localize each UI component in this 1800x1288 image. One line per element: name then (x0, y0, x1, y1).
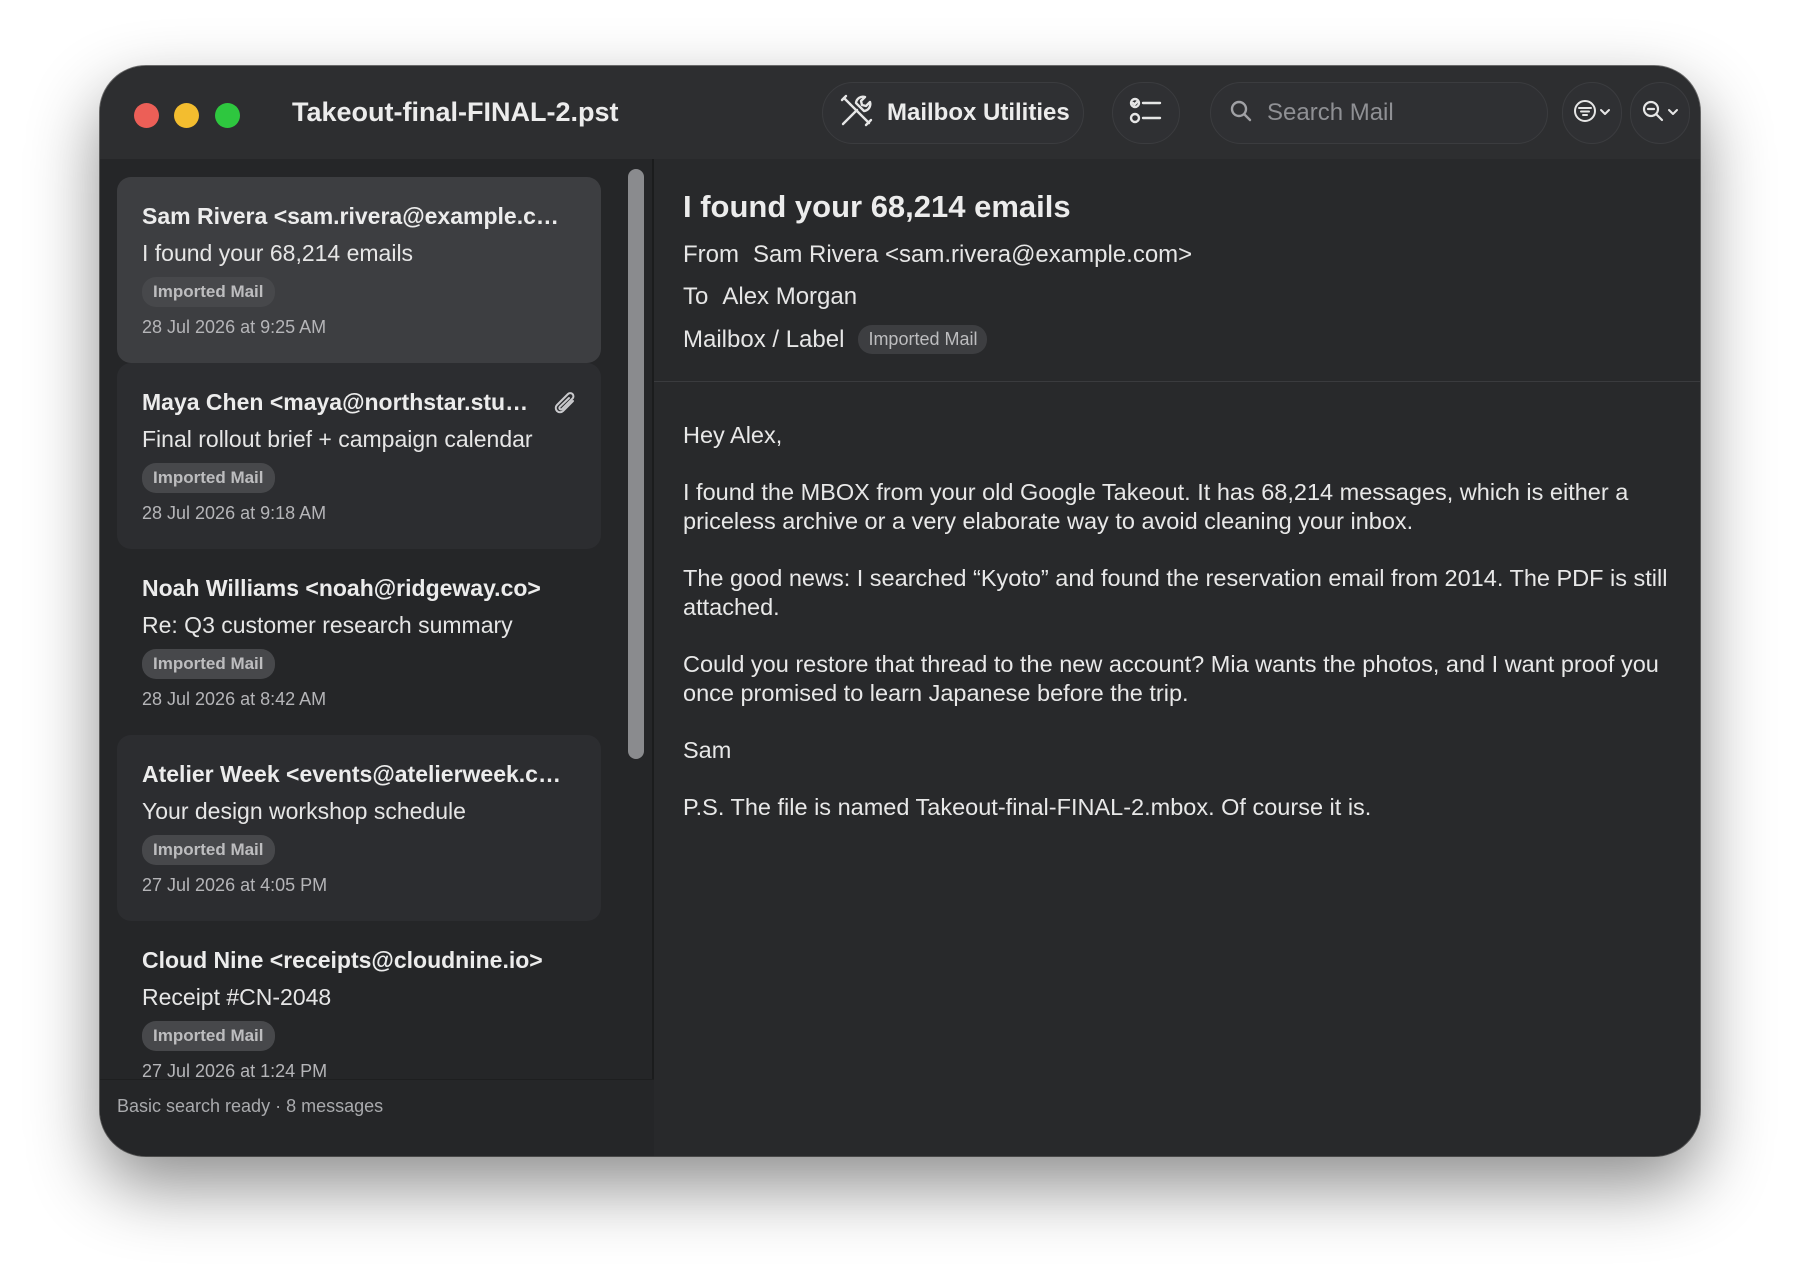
message-subject: I found your 68,214 emails (142, 240, 414, 266)
message-list-item[interactable]: Maya Chen <maya@northstar.studio> Final … (117, 363, 601, 549)
body-paragraph: P.S. The file is named Takeout-final-FIN… (683, 794, 1372, 820)
filter-button[interactable] (1562, 82, 1622, 144)
zoom-button[interactable] (1630, 82, 1690, 144)
checklist-icon (1129, 96, 1163, 131)
message-sender: Atelier Week <events@atelierweek.com> (142, 761, 562, 787)
message-list-item[interactable]: Sam Rivera <sam.rivera@example.com> I fo… (117, 177, 601, 363)
message-header: I found your 68,214 emails From Sam River… (654, 159, 1700, 382)
mailbox-utilities-label: Mailbox Utilities (887, 99, 1070, 126)
message-date: 27 Jul 2026 at 4:05 PM (142, 875, 328, 895)
to-value[interactable]: Alex Morgan (722, 283, 857, 310)
mail-window: Takeout-final-FINAL-2.pst Mailbox Utilit… (100, 66, 1700, 1156)
message-list-item[interactable]: Noah Williams <noah@ridgeway.co> Re: Q3 … (117, 549, 601, 735)
mailbox-label-badge: Imported Mail (142, 649, 275, 679)
status-text: Basic search ready · 8 messages (117, 1096, 384, 1116)
mailbox-label: Mailbox / Label (683, 326, 845, 353)
tools-icon (839, 94, 873, 133)
message-subject: Receipt #CN-2048 (142, 984, 332, 1010)
message-body: Hey Alex, I found the MBOX from your old… (683, 421, 1673, 850)
checklist-button[interactable] (1112, 82, 1180, 144)
message-subject: Re: Q3 customer research summary (142, 612, 513, 638)
body-paragraph: I found the MBOX from your old Google Ta… (683, 479, 1629, 534)
mailbox-label-badge: Imported Mail (142, 277, 275, 307)
from-value[interactable]: Sam Rivera <sam.rivera@example.com> (753, 241, 1192, 268)
search-input[interactable] (1265, 98, 1529, 128)
zoom-icon (1641, 99, 1665, 128)
message-sender: Maya Chen <maya@northstar.studio> (142, 389, 537, 415)
message-sender: Noah Williams <noah@ridgeway.co> (142, 575, 541, 601)
body-paragraph: Could you restore that thread to the new… (683, 651, 1659, 706)
body-paragraph: Hey Alex, (683, 422, 783, 448)
message-subject: Your design workshop schedule (142, 798, 466, 824)
title-bar: Takeout-final-FINAL-2.pst Mailbox Utilit… (100, 66, 1700, 159)
to-label: To (683, 283, 709, 310)
message-list: Sam Rivera <sam.rivera@example.com> I fo… (100, 159, 654, 1156)
message-sender: Cloud Nine <receipts@cloudnine.io> (142, 947, 543, 973)
chevron-down-icon (1599, 104, 1611, 122)
message-date: 28 Jul 2026 at 9:18 AM (142, 503, 327, 523)
mailbox-utilities-button[interactable]: Mailbox Utilities (822, 82, 1084, 144)
message-subject: Final rollout brief + campaign calendar (142, 426, 533, 452)
body-paragraph: Sam (683, 737, 732, 763)
from-row: From Sam Rivera <sam.rivera@example.com> (683, 241, 1192, 269)
chevron-down-icon (1667, 104, 1679, 122)
body-paragraph: The good news: I searched “Kyoto” and fo… (683, 565, 1668, 620)
paperclip-icon (553, 391, 579, 424)
mailbox-label-badge: Imported Mail (142, 1021, 275, 1051)
status-bar: Basic search ready · 8 messages (100, 1079, 654, 1156)
from-label: From (683, 241, 739, 268)
mailbox-label-badge: Imported Mail (142, 463, 275, 493)
message-sender: Sam Rivera <sam.rivera@example.com> (142, 203, 562, 229)
message-list-scrollbar[interactable] (628, 169, 644, 759)
message-list-item[interactable]: Atelier Week <events@atelierweek.com> Yo… (117, 735, 601, 921)
filter-icon (1573, 99, 1597, 128)
message-date: 28 Jul 2026 at 9:25 AM (142, 317, 327, 337)
mailbox-row: Mailbox / Label Imported Mail (683, 325, 988, 354)
reading-pane: I found your 68,214 emails From Sam River… (654, 159, 1700, 1156)
mailbox-label-badge: Imported Mail (142, 835, 275, 865)
message-date: 28 Jul 2026 at 8:42 AM (142, 689, 327, 709)
message-title: I found your 68,214 emails (683, 189, 1071, 224)
window-title: Takeout-final-FINAL-2.pst (292, 97, 619, 127)
minimize-window-button[interactable] (174, 103, 199, 128)
to-row: To Alex Morgan (683, 283, 857, 311)
search-icon (1229, 99, 1253, 128)
search-field[interactable] (1210, 82, 1548, 144)
close-window-button[interactable] (134, 103, 159, 128)
zoom-window-button[interactable] (215, 103, 240, 128)
mailbox-label-badge: Imported Mail (858, 325, 988, 354)
